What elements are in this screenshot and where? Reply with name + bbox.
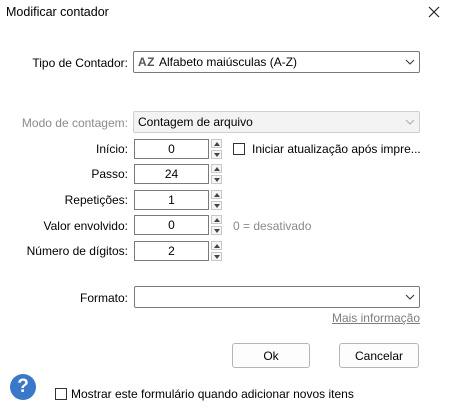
repeats-input[interactable]: 1 <box>134 190 209 210</box>
format-combobox[interactable] <box>134 286 420 308</box>
digits-spinner[interactable] <box>211 241 222 261</box>
count-mode-value: Contagem de arquivo <box>138 115 253 129</box>
spin-down-button[interactable] <box>211 150 222 159</box>
step-label: Passo: <box>91 167 128 181</box>
chevron-down-icon <box>405 119 415 125</box>
triangle-down-icon <box>213 203 220 208</box>
counter-type-label: Tipo de Contador: <box>32 56 128 70</box>
start-input[interactable]: 0 <box>134 139 209 159</box>
cancel-button[interactable]: Cancelar <box>339 343 419 368</box>
spin-up-button[interactable] <box>211 241 222 250</box>
step-spinner[interactable] <box>211 164 222 184</box>
spin-up-button[interactable] <box>211 215 222 224</box>
ok-button[interactable]: Ok <box>232 343 310 368</box>
repeats-spinner[interactable] <box>211 190 222 210</box>
chevron-down-icon <box>405 294 415 300</box>
repeats-label: Repetições: <box>64 193 128 207</box>
triangle-up-icon <box>213 141 220 146</box>
window-title: Modificar contador <box>6 5 109 19</box>
step-input[interactable]: 24 <box>134 164 209 184</box>
restart-checkbox[interactable] <box>233 143 245 155</box>
show-form-checkbox[interactable] <box>55 388 67 400</box>
restart-checkbox-label: Iniciar atualização após impre... <box>252 142 421 156</box>
triangle-up-icon <box>213 192 220 197</box>
triangle-up-icon <box>213 166 220 171</box>
start-label: Início: <box>95 142 128 156</box>
format-label: Formato: <box>79 291 128 305</box>
chevron-down-icon <box>405 59 415 65</box>
triangle-up-icon <box>213 217 220 222</box>
triangle-down-icon <box>213 152 220 157</box>
wrap-input[interactable]: 0 <box>134 215 209 235</box>
counter-type-select[interactable]: AZ Alfabeto maiúsculas (A-Z) <box>133 51 420 73</box>
wrap-hint: 0 = desativado <box>233 219 312 233</box>
spin-up-button[interactable] <box>211 139 222 148</box>
triangle-up-icon <box>213 243 220 248</box>
close-button[interactable] <box>424 2 444 22</box>
wrap-spinner[interactable] <box>211 215 222 235</box>
triangle-down-icon <box>213 177 220 182</box>
counter-type-value: Alfabeto maiúsculas (A-Z) <box>159 55 298 69</box>
alphabet-icon: AZ <box>138 55 155 69</box>
more-info-link[interactable]: Mais informação <box>332 311 420 325</box>
close-icon <box>428 6 440 18</box>
count-mode-select[interactable]: Contagem de arquivo <box>133 111 420 133</box>
start-spinner[interactable] <box>211 139 222 159</box>
help-icon[interactable]: ? <box>10 374 36 400</box>
digits-input[interactable]: 2 <box>134 241 209 261</box>
show-form-checkbox-label: Mostrar este formulário quando adicionar… <box>71 387 354 401</box>
wrap-label: Valor envolvido: <box>43 219 129 233</box>
spin-down-button[interactable] <box>211 252 222 261</box>
triangle-down-icon <box>213 228 220 233</box>
spin-down-button[interactable] <box>211 201 222 210</box>
triangle-down-icon <box>213 254 220 259</box>
spin-up-button[interactable] <box>211 164 222 173</box>
count-mode-label: Modo de contagem: <box>21 116 128 130</box>
digits-label: Número de dígitos: <box>26 244 128 258</box>
spin-up-button[interactable] <box>211 190 222 199</box>
spin-down-button[interactable] <box>211 175 222 184</box>
spin-down-button[interactable] <box>211 226 222 235</box>
